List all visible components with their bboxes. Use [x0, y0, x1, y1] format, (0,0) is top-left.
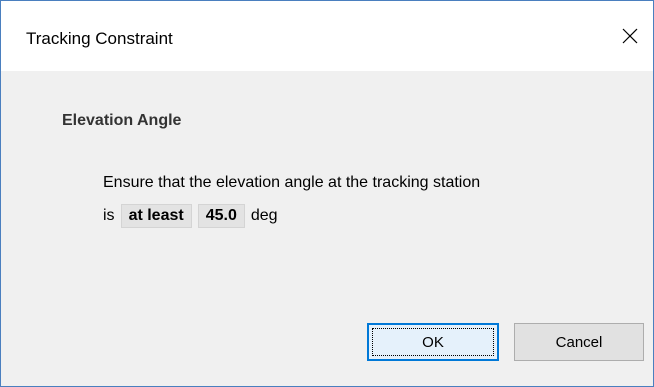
section-heading: Elevation Angle	[62, 112, 182, 129]
angle-value-field[interactable]: 45.0	[197, 204, 245, 228]
close-icon	[622, 28, 638, 44]
constraint-description: Ensure that the elevation angle at the t…	[103, 174, 481, 191]
unit-label: deg	[250, 207, 278, 224]
focus-rect	[372, 328, 494, 356]
constraint-prefix: is	[103, 207, 115, 224]
dialog-window: Tracking Constraint Elevation Angle Ensu…	[0, 0, 654, 387]
window-title: Tracking Constraint	[26, 29, 173, 48]
constraint-row: is at least 45.0 deg	[103, 203, 278, 229]
cancel-button[interactable]: Cancel	[514, 323, 644, 361]
operator-field[interactable]: at least	[120, 204, 192, 228]
close-button[interactable]	[607, 15, 653, 59]
ok-button[interactable]: OK	[367, 323, 499, 361]
cancel-button-label: Cancel	[555, 333, 603, 351]
title-bar[interactable]: Tracking Constraint	[1, 1, 653, 71]
